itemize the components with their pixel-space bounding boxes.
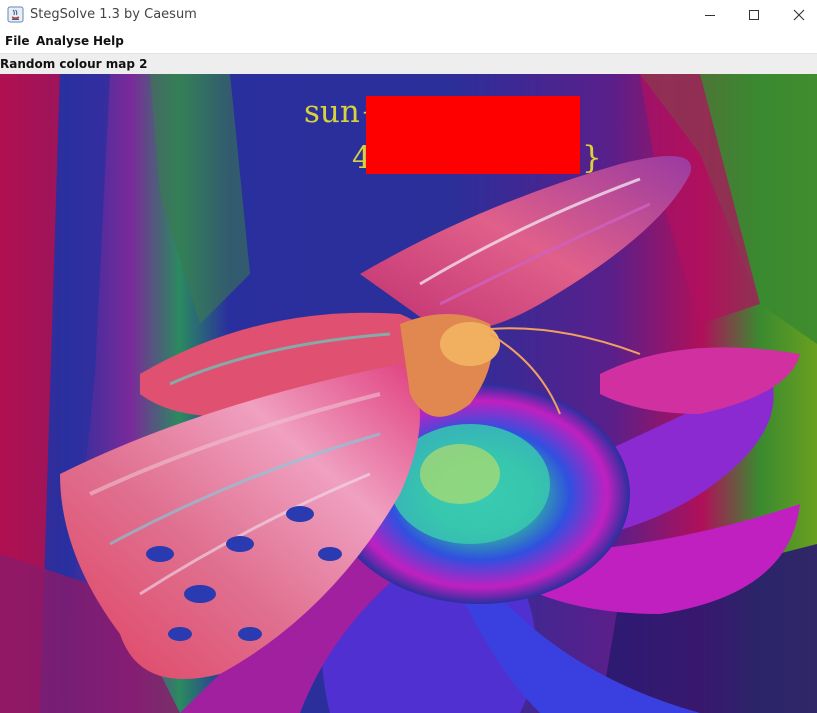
redaction-box — [366, 96, 580, 174]
close-icon — [793, 9, 805, 21]
menu-bar: File Analyse Help — [0, 30, 817, 54]
minimize-button[interactable] — [687, 0, 733, 30]
image-viewport[interactable]: sun{ 4 } — [0, 74, 817, 713]
maximize-icon — [748, 9, 760, 21]
flag-text-close-brace: } — [582, 140, 602, 176]
close-button[interactable] — [776, 0, 817, 30]
menu-help[interactable]: Help — [93, 34, 124, 48]
menu-file[interactable]: File — [5, 34, 30, 48]
menu-analyse[interactable]: Analyse — [36, 34, 89, 48]
plane-label-bar: Random colour map 2 — [0, 54, 817, 75]
maximize-button[interactable] — [731, 0, 777, 30]
window-title: StegSolve 1.3 by Caesum — [30, 7, 197, 22]
plane-label: Random colour map 2 — [0, 57, 148, 71]
minimize-icon — [704, 9, 716, 21]
title-bar: StegSolve 1.3 by Caesum — [0, 0, 817, 30]
java-app-icon — [7, 6, 24, 23]
